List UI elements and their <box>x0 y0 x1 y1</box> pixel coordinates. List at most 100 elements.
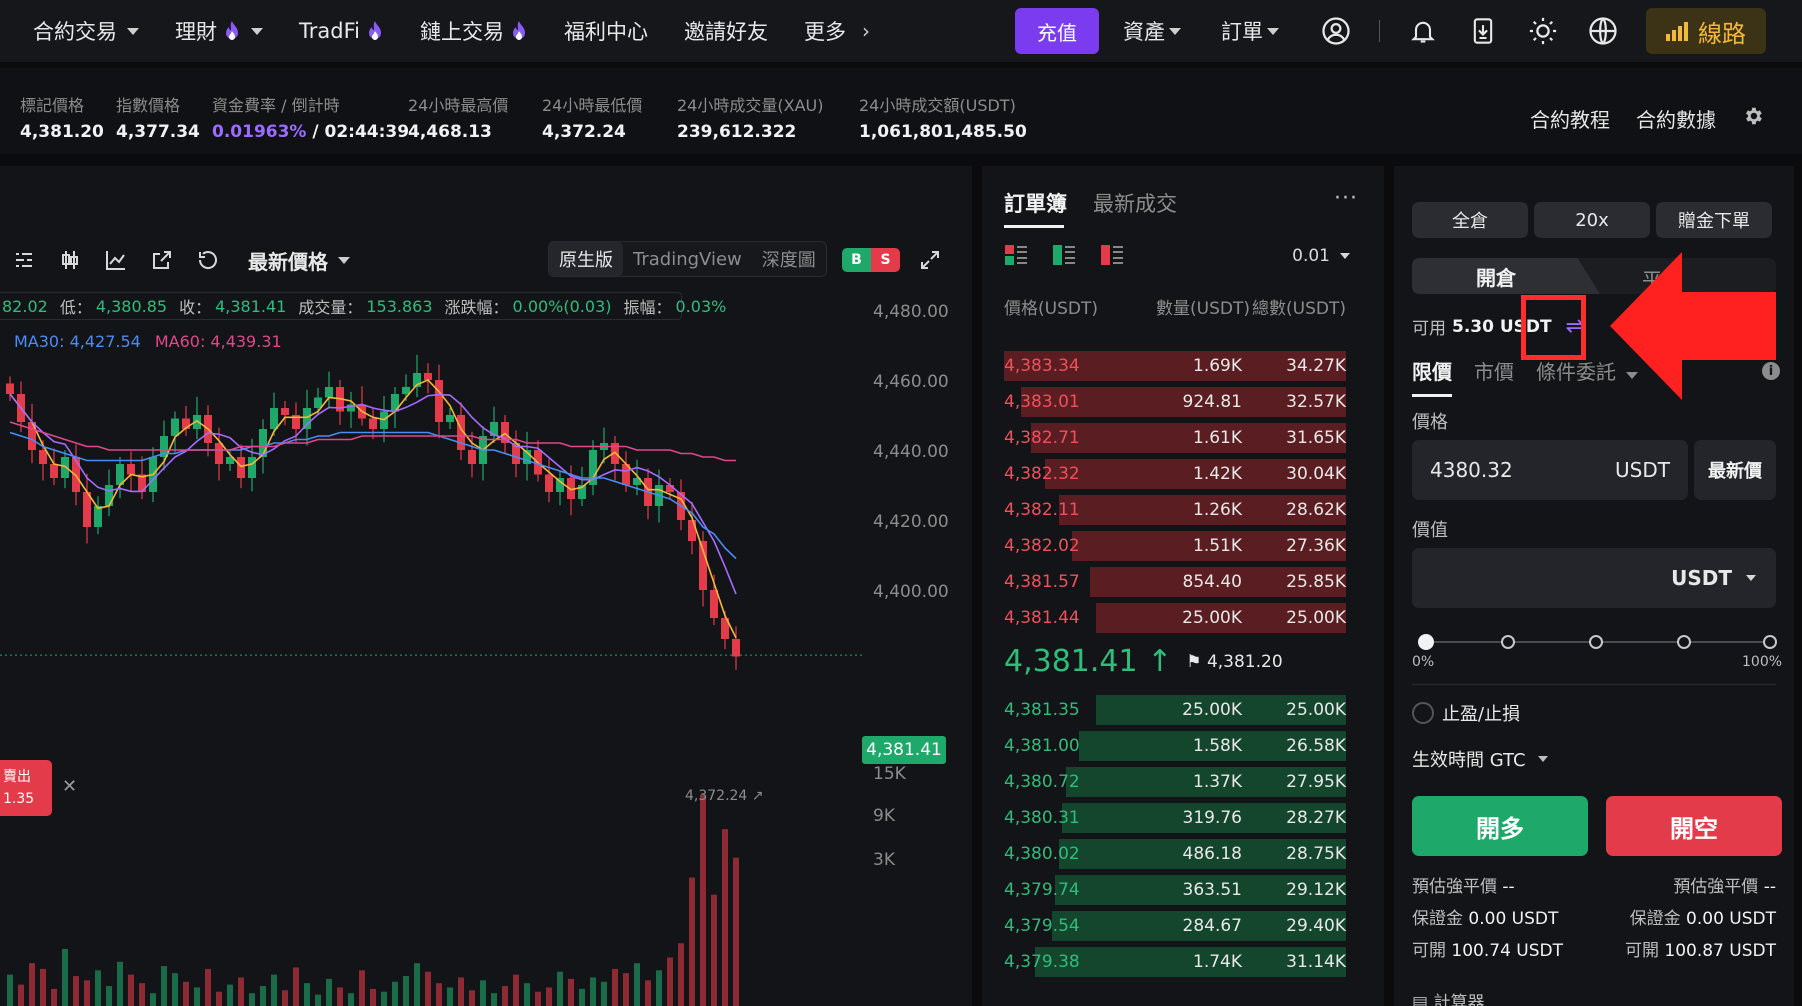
contract-data-link[interactable]: 合約數據 <box>1636 104 1716 133</box>
book-bids-only-icon[interactable] <box>1052 244 1076 266</box>
sun-icon[interactable] <box>1526 14 1560 48</box>
book-asks-only-icon[interactable] <box>1100 244 1124 266</box>
nav-item-3[interactable]: 鏈上交易 <box>420 16 528 46</box>
volume-bar <box>557 971 563 1006</box>
bonus-order-button[interactable]: 贈金下單 <box>1656 202 1772 238</box>
tab-recent-trades[interactable]: 最新成交 <box>1093 188 1177 218</box>
volume-bar <box>194 987 200 1006</box>
bid-row[interactable]: 4,379.74 363.51 29.12K <box>1004 872 1346 908</box>
volume-bar <box>106 986 112 1006</box>
bid-row[interactable]: 4,380.31 319.76 28.27K <box>1004 800 1346 836</box>
bid-row[interactable]: 4,381.35 25.00K 25.00K <box>1004 692 1346 728</box>
candle <box>446 415 454 422</box>
tab-market[interactable]: 市價 <box>1474 356 1514 385</box>
chevron-down-icon[interactable] <box>1746 575 1756 581</box>
volume-axis-label: 3K <box>873 850 895 870</box>
ask-row[interactable]: 4,382.71 1.61K 31.65K <box>1004 420 1346 456</box>
volume-bar <box>51 988 57 1006</box>
bid-row[interactable]: 4,381.00 1.58K 26.58K <box>1004 728 1346 764</box>
book-both-sides-icon[interactable] <box>1004 244 1028 266</box>
ask-row[interactable]: 4,381.44 25.00K 25.00K <box>1004 600 1346 636</box>
tick-size-dropdown[interactable]: 0.01 <box>1292 246 1350 266</box>
open-short-button[interactable]: 開空 <box>1606 796 1782 856</box>
volume-bar <box>590 977 596 1006</box>
fire-icon <box>366 20 384 42</box>
ask-row[interactable]: 4,382.02 1.51K 27.36K <box>1004 528 1346 564</box>
slider-handle[interactable] <box>1418 634 1434 650</box>
volume-bar <box>546 987 552 1006</box>
candle <box>545 474 553 492</box>
volume-bar <box>469 990 475 1006</box>
contract-tutorial-link[interactable]: 合約教程 <box>1530 104 1610 133</box>
assets-menu[interactable]: 資產 <box>1123 16 1181 46</box>
candlestick-chart[interactable] <box>0 166 972 1006</box>
chevron-right-icon[interactable]: › <box>862 19 870 43</box>
nav-item-1[interactable]: 理財 <box>175 16 263 46</box>
slider-step-50[interactable] <box>1589 635 1603 649</box>
volume-bar <box>678 943 684 1006</box>
tp-sl-checkbox[interactable]: 止盈/止損 <box>1412 700 1520 726</box>
open-position-tab[interactable]: 開倉 <box>1412 258 1600 294</box>
bid-row[interactable]: 4,380.02 486.18 28.75K <box>1004 836 1346 872</box>
candle <box>248 457 256 478</box>
ask-qty: 924.81 <box>1182 392 1242 412</box>
nav-item-label: 邀請好友 <box>683 20 768 44</box>
bid-row[interactable]: 4,380.72 1.37K 27.95K <box>1004 764 1346 800</box>
calculator-link[interactable]: ▤ 計算器 <box>1412 988 1484 1006</box>
ask-row[interactable]: 4,382.32 1.42K 30.04K <box>1004 456 1346 492</box>
orders-menu[interactable]: 訂單 <box>1221 16 1279 46</box>
candle <box>424 373 432 380</box>
red-arrow-annotation <box>1610 252 1776 400</box>
nav-item-4[interactable]: 福利中心 <box>564 16 648 46</box>
leverage-button[interactable]: 20x <box>1534 202 1650 238</box>
volume-bar <box>40 968 46 1006</box>
ask-row[interactable]: 4,383.34 1.69K 34.27K <box>1004 348 1346 384</box>
nav-item-0[interactable]: 合約交易 <box>33 16 139 46</box>
slider-step-75[interactable] <box>1677 635 1691 649</box>
slider-step-100[interactable] <box>1763 635 1777 649</box>
tab-limit[interactable]: 限價 <box>1412 356 1452 397</box>
margin-mode-button[interactable]: 全倉 <box>1412 202 1528 238</box>
bid-total: 29.12K <box>1286 880 1346 900</box>
nav-item-6[interactable]: 更多 › <box>804 16 870 46</box>
ask-row[interactable]: 4,383.01 924.81 32.57K <box>1004 384 1346 420</box>
bell-icon[interactable] <box>1406 14 1440 48</box>
download-icon[interactable] <box>1466 14 1500 48</box>
amount-slider[interactable] <box>1418 632 1777 652</box>
nav-item-2[interactable]: TradFi <box>299 19 384 43</box>
nav-item-5[interactable]: 邀請好友 <box>684 16 768 46</box>
latest-price-button[interactable]: 最新價 <box>1694 440 1776 500</box>
nav-item-label: 福利中心 <box>563 20 648 44</box>
checkbox-circle[interactable] <box>1412 702 1434 724</box>
bid-price: 4,381.00 <box>1004 736 1080 756</box>
candle <box>61 457 69 478</box>
ask-total: 25.85K <box>1286 572 1346 592</box>
price-axis-label: 4,480.00 <box>873 302 949 322</box>
chevron-down-icon <box>1267 27 1279 35</box>
value-input[interactable]: USDT <box>1412 548 1776 608</box>
bid-row[interactable]: 4,379.54 284.67 29.40K <box>1004 908 1346 944</box>
volume-bar <box>172 973 178 1006</box>
sell-tag-value: 1.35 <box>3 791 35 807</box>
volume-bar <box>491 993 497 1006</box>
user-icon[interactable] <box>1319 14 1353 48</box>
candle <box>127 464 135 475</box>
bid-price: 4,381.35 <box>1004 700 1080 720</box>
deposit-button[interactable]: 充值 <box>1015 8 1099 54</box>
more-options-icon[interactable]: ··· <box>1334 186 1358 211</box>
price-input[interactable]: 4380.32 USDT <box>1412 440 1688 500</box>
tab-order-book[interactable]: 訂單簿 <box>1004 188 1067 228</box>
sell-position-tag[interactable]: 賣出 1.35 <box>0 760 52 816</box>
settings-gear-icon[interactable] <box>1742 105 1764 132</box>
bid-row[interactable]: 4,379.38 1.74K 31.14K <box>1004 944 1346 980</box>
ask-row[interactable]: 4,382.11 1.26K 28.62K <box>1004 492 1346 528</box>
signal-icon <box>1666 22 1688 41</box>
close-icon[interactable]: ✕ <box>62 776 77 797</box>
ask-row[interactable]: 4,381.57 854.40 25.85K <box>1004 564 1346 600</box>
globe-icon[interactable] <box>1586 14 1620 48</box>
time-in-force-dropdown[interactable]: 生效時間 GTC <box>1412 746 1548 772</box>
route-button[interactable]: 線路 <box>1646 8 1766 54</box>
slider-step-25[interactable] <box>1501 635 1515 649</box>
volume-bar <box>513 974 519 1006</box>
open-long-button[interactable]: 開多 <box>1412 796 1588 856</box>
